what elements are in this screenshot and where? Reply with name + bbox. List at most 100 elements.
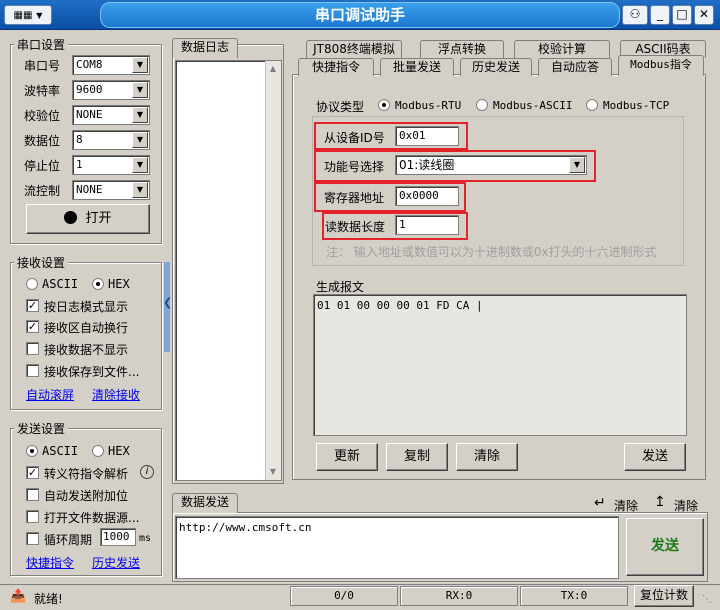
tab-float-convert[interactable]: 浮点转换 — [420, 40, 504, 58]
close-button[interactable]: ✕ — [694, 5, 714, 25]
tab-quick-command[interactable]: 快捷指令 — [298, 58, 374, 76]
info-icon[interactable]: i — [140, 465, 154, 479]
app-icon: ▦▦ — [13, 10, 33, 21]
resize-grip-icon[interactable]: ⋱ — [702, 594, 712, 605]
reset-count-button[interactable]: 复位计数 — [634, 585, 694, 607]
chevron-down-icon: ▼ — [132, 82, 148, 98]
recv-ascii-radio[interactable] — [26, 278, 38, 290]
clear-receive-link[interactable]: 清除接收 — [92, 386, 140, 403]
chevron-down-icon: ▼ — [569, 157, 585, 173]
cycle-checkbox[interactable] — [26, 532, 39, 545]
save-file-checkbox[interactable] — [26, 364, 39, 377]
escape-checkbox[interactable]: ✓ — [26, 466, 39, 479]
save-file-label: 接收保存到文件... — [44, 365, 140, 379]
send-hex-radio[interactable] — [92, 445, 104, 457]
tcp-radio[interactable] — [586, 99, 598, 111]
generated-label: 生成报文 — [316, 280, 365, 294]
chevron-down-icon: ▼ — [132, 57, 148, 73]
hide-data-label: 接收数据不显示 — [44, 343, 129, 357]
open-port-button[interactable]: 打开 — [26, 204, 150, 234]
rtu-label: Modbus-RTU — [395, 99, 462, 112]
clear-send-icon[interactable]: ↵ — [594, 495, 606, 511]
send-ascii-radio[interactable] — [26, 445, 38, 457]
generated-frame-area[interactable]: 01 01 00 00 00 01 FD CA | — [313, 294, 687, 436]
register-input[interactable]: 0x0000 — [395, 186, 459, 206]
send-settings-title: 发送设置 — [14, 420, 69, 437]
tab-checksum[interactable]: 校验计算 — [514, 40, 610, 58]
status-text: 就绪! — [34, 592, 63, 606]
clear-send-label[interactable]: 清除 — [614, 497, 638, 514]
chevron-down-icon: ▼ — [132, 107, 148, 123]
pin-icon[interactable]: ⚇ — [622, 5, 648, 25]
modbus-send-button[interactable]: 发送 — [624, 443, 686, 471]
recv-hex-radio[interactable] — [92, 278, 104, 290]
flow-value: NONE — [76, 183, 103, 196]
log-mode-checkbox[interactable]: ✓ — [26, 299, 39, 312]
data-log-tab[interactable]: 数据日志 — [172, 38, 238, 58]
function-select[interactable]: 01:读线圈 ▼ — [395, 155, 587, 175]
slave-id-input[interactable]: 0x01 — [395, 126, 459, 146]
cycle-input[interactable]: 1000 — [100, 528, 136, 546]
send-ascii-label: ASCII — [42, 444, 79, 458]
databits-select[interactable]: 8 ▼ — [72, 130, 150, 150]
send-hex-label: HEX — [108, 444, 130, 458]
parity-label: 校验位 — [24, 109, 61, 123]
scroll-down-icon[interactable]: ▼ — [266, 467, 280, 476]
history-send-link[interactable]: 历史发送 — [92, 554, 140, 571]
slave-id-label: 从设备ID号 — [324, 131, 385, 145]
clear-up-label[interactable]: 清除 — [674, 497, 698, 514]
flow-select[interactable]: NONE ▼ — [72, 180, 150, 200]
flow-label: 流控制 — [24, 184, 61, 198]
auto-wrap-checkbox[interactable]: ✓ — [26, 320, 39, 333]
baud-select[interactable]: 9600 ▼ — [72, 80, 150, 100]
length-label: 读数据长度 — [325, 220, 386, 234]
append-check-checkbox[interactable] — [26, 488, 39, 501]
port-select[interactable]: COM8 ▼ — [72, 55, 150, 75]
chevron-down-icon: ▼ — [36, 11, 43, 20]
stopbits-select[interactable]: 1 ▼ — [72, 155, 150, 175]
send-button[interactable]: 发送 — [626, 518, 704, 576]
function-label: 功能号选择 — [324, 160, 385, 174]
parity-value: NONE — [76, 108, 103, 121]
auto-wrap-label: 接收区自动换行 — [44, 321, 129, 335]
open-file-checkbox[interactable] — [26, 510, 39, 523]
copy-button[interactable]: 复制 — [386, 443, 448, 471]
register-label: 寄存器地址 — [324, 191, 385, 205]
log-mode-label: 按日志模式显示 — [44, 300, 129, 314]
status-rx: RX:0 — [400, 586, 518, 606]
hide-data-checkbox[interactable] — [26, 342, 39, 355]
open-port-label: 打开 — [85, 211, 112, 226]
log-scrollbar[interactable] — [265, 61, 281, 480]
record-icon — [64, 211, 78, 224]
clear-frame-button[interactable]: 清除 — [456, 443, 518, 471]
window-menu-button[interactable]: ▦▦ ▼ — [4, 5, 52, 25]
modbus-ascii-label: Modbus-ASCII — [493, 99, 573, 112]
modbus-ascii-radio[interactable] — [476, 99, 488, 111]
status-count: 0/0 — [290, 586, 398, 606]
quick-command-link[interactable]: 快捷指令 — [26, 554, 74, 571]
cycle-label: 循环周期 — [44, 533, 93, 547]
minimize-button[interactable]: _ — [650, 5, 670, 25]
port-value: COM8 — [76, 58, 103, 71]
escape-label: 转义符指令解析 — [44, 467, 129, 481]
rtu-radio[interactable] — [378, 99, 390, 111]
tab-history-send[interactable]: 历史发送 — [460, 58, 532, 76]
cycle-unit: ms — [139, 533, 152, 544]
parity-select[interactable]: NONE ▼ — [72, 105, 150, 125]
maximize-button[interactable]: □ — [672, 5, 692, 25]
auto-scroll-link[interactable]: 自动滚屏 — [26, 386, 74, 403]
clear-up-icon[interactable]: ↥ — [654, 494, 666, 510]
data-send-tab[interactable]: 数据发送 — [172, 493, 238, 513]
tab-jt808[interactable]: JT808终端模拟 — [306, 40, 402, 58]
collapse-left-icon[interactable]: ❮ — [163, 296, 172, 309]
length-input[interactable]: 1 — [395, 215, 459, 235]
chevron-down-icon: ▼ — [132, 157, 148, 173]
hint-note: 注： 输入地址或数值可以为十进制数或0x打头的十六进制形式 — [326, 245, 657, 259]
tab-modbus[interactable]: Modbus指令 — [618, 55, 704, 76]
stopbits-value: 1 — [76, 158, 83, 171]
tab-batch-send[interactable]: 批量发送 — [380, 58, 454, 76]
scroll-up-icon[interactable]: ▲ — [266, 64, 280, 73]
send-input-area[interactable]: http://www.cmsoft.cn — [175, 516, 619, 579]
tab-auto-reply[interactable]: 自动应答 — [538, 58, 612, 76]
refresh-button[interactable]: 更新 — [316, 443, 378, 471]
